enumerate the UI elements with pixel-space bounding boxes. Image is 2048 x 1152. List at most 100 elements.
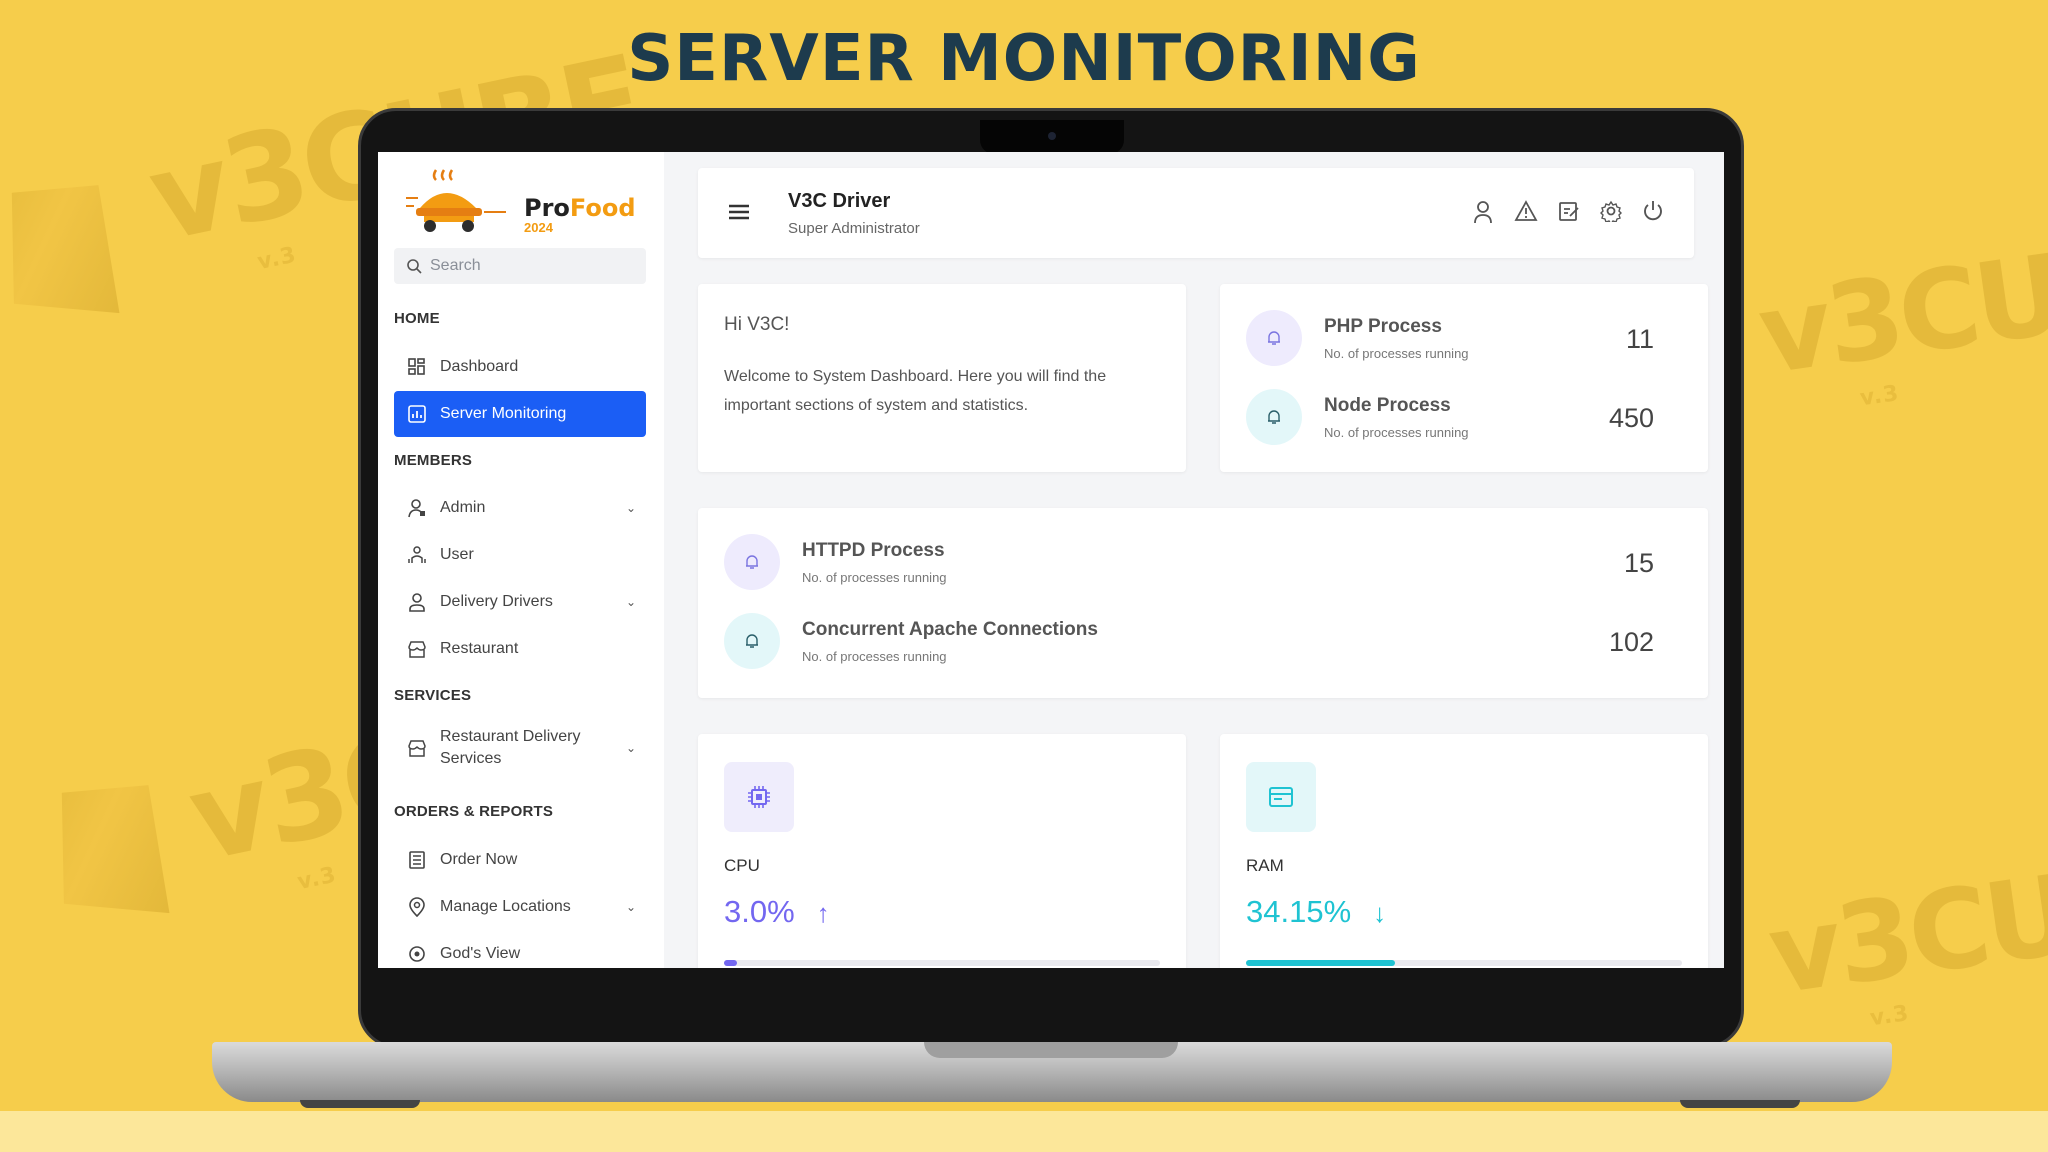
process-name: Node Process bbox=[1324, 395, 1451, 416]
bottom-band bbox=[0, 1111, 2048, 1152]
logo-year: 2024 bbox=[524, 220, 553, 235]
bell-icon bbox=[1246, 389, 1302, 445]
bell-icon bbox=[724, 534, 780, 590]
sidebar-item-dashboard[interactable]: Dashboard bbox=[394, 344, 646, 390]
laptop-foot bbox=[1680, 1100, 1800, 1108]
metric-label: CPU bbox=[724, 856, 760, 875]
sidebar-item-server-monitoring[interactable]: Server Monitoring bbox=[394, 391, 646, 437]
process-row-httpd: HTTPD Process No. of processes running 1… bbox=[724, 534, 1724, 596]
metric-label: RAM bbox=[1246, 856, 1284, 875]
greeting: Hi V3C! bbox=[724, 314, 790, 335]
sidebar-item-gods-view[interactable]: God's View bbox=[394, 931, 646, 968]
user-role: Super Administrator bbox=[788, 220, 920, 237]
edit-icon[interactable] bbox=[1558, 200, 1580, 222]
cpu-usage-fill bbox=[724, 960, 738, 966]
sidebar: ProFood 2024 Search HOME Dashboard Serve… bbox=[378, 152, 664, 968]
top-header: V3C Driver Super Administrator bbox=[698, 168, 1694, 258]
process-row-apache: Concurrent Apache Connections No. of pro… bbox=[724, 613, 1724, 675]
location-icon bbox=[406, 896, 428, 918]
sidebar-item-label: Admin bbox=[440, 499, 486, 516]
process-row-php: PHP Process No. of processes running 11 bbox=[1246, 310, 1724, 372]
hamburger-menu-icon[interactable] bbox=[728, 204, 750, 220]
search-icon bbox=[407, 259, 422, 274]
process-count: 450 bbox=[1608, 403, 1654, 433]
process-card-php-node: PHP Process No. of processes running 11 … bbox=[1220, 284, 1708, 472]
process-count: 102 bbox=[1608, 627, 1654, 657]
section-members: MEMBERS bbox=[394, 452, 473, 469]
search-placeholder: Search bbox=[430, 257, 481, 274]
ram-card: RAM 34.15% ↓ bbox=[1220, 734, 1708, 968]
search-input[interactable]: Search bbox=[394, 248, 646, 284]
sidebar-item-order-now[interactable]: Order Now bbox=[394, 837, 646, 883]
process-subtitle: No. of processes running bbox=[802, 570, 947, 585]
process-row-node: Node Process No. of processes running 45… bbox=[1246, 389, 1724, 451]
sidebar-item-label: Restaurant Delivery Services bbox=[440, 728, 581, 767]
sidebar-item-label: User bbox=[440, 546, 474, 563]
section-home: HOME bbox=[394, 310, 440, 327]
cpu-chip-icon bbox=[724, 762, 794, 832]
page-title: SERVER MONITORING bbox=[627, 22, 1421, 96]
bell-icon bbox=[1246, 310, 1302, 366]
bell-icon bbox=[724, 613, 780, 669]
user-icon[interactable] bbox=[1472, 200, 1494, 224]
settings-icon[interactable] bbox=[1600, 200, 1622, 222]
list-icon bbox=[406, 849, 428, 871]
chevron-down-icon[interactable]: ⌄ bbox=[626, 737, 636, 759]
ram-usage-fill bbox=[1246, 960, 1395, 966]
warning-icon[interactable] bbox=[1514, 200, 1538, 222]
section-services: SERVICES bbox=[394, 687, 472, 704]
chevron-down-icon[interactable]: ⌄ bbox=[626, 501, 636, 515]
logo[interactable]: ProFood 2024 bbox=[406, 168, 636, 235]
laptop-slot bbox=[924, 1042, 1178, 1058]
metric-value: 34.15% bbox=[1246, 894, 1352, 929]
metric-value-row: 3.0% ↑ bbox=[724, 894, 830, 930]
chevron-down-icon[interactable]: ⌄ bbox=[626, 595, 636, 609]
sidebar-item-manage-locations[interactable]: Manage Locations ⌄ bbox=[394, 884, 646, 930]
metric-value: 3.0% bbox=[724, 894, 795, 929]
process-name: PHP Process bbox=[1324, 316, 1442, 337]
sidebar-item-label: Delivery Drivers bbox=[440, 593, 553, 610]
user-name: V3C Driver bbox=[788, 190, 891, 212]
process-count: 15 bbox=[1623, 548, 1654, 578]
sidebar-item-restaurant[interactable]: Restaurant bbox=[394, 626, 646, 672]
sidebar-item-restaurant-delivery-services[interactable]: Restaurant Delivery Services ⌄ bbox=[394, 720, 646, 776]
ram-window-icon bbox=[1246, 762, 1316, 832]
process-card-httpd-apache: HTTPD Process No. of processes running 1… bbox=[698, 508, 1708, 698]
logo-name: ProFood bbox=[524, 194, 636, 222]
sidebar-item-label: God's View bbox=[440, 945, 521, 962]
eye-icon bbox=[406, 943, 428, 965]
sidebar-item-delivery-drivers[interactable]: Delivery Drivers ⌄ bbox=[394, 579, 646, 625]
ram-usage-bar bbox=[1246, 960, 1682, 966]
welcome-card: Hi V3C! Welcome to System Dashboard. Her… bbox=[698, 284, 1186, 472]
camera-icon bbox=[1048, 132, 1056, 140]
process-subtitle: No. of processes running bbox=[802, 649, 947, 664]
welcome-message: Welcome to System Dashboard. Here you wi… bbox=[724, 368, 1107, 414]
cpu-card: CPU 3.0% ↑ bbox=[698, 734, 1186, 968]
watermark-cube bbox=[28, 764, 192, 946]
chart-icon bbox=[406, 403, 428, 425]
store-icon bbox=[406, 737, 428, 759]
power-icon[interactable] bbox=[1642, 200, 1664, 222]
watermark-cube bbox=[0, 164, 142, 346]
sidebar-item-label: Manage Locations bbox=[440, 898, 571, 915]
sidebar-item-admin[interactable]: Admin ⌄ bbox=[394, 485, 646, 531]
laptop-foot bbox=[300, 1100, 420, 1108]
app-screen: ProFood 2024 Search HOME Dashboard Serve… bbox=[378, 152, 1724, 968]
chevron-down-icon[interactable]: ⌄ bbox=[626, 900, 636, 914]
sidebar-item-label: Server Monitoring bbox=[440, 405, 567, 422]
process-name: Concurrent Apache Connections bbox=[802, 619, 1098, 640]
food-delivery-logo-icon bbox=[406, 169, 506, 232]
admin-icon bbox=[406, 497, 428, 519]
sidebar-item-user[interactable]: User bbox=[394, 532, 646, 578]
driver-icon bbox=[406, 591, 428, 613]
dashboard-icon bbox=[406, 356, 428, 378]
metric-value-row: 34.15% ↓ bbox=[1246, 894, 1386, 930]
sidebar-item-label: Order Now bbox=[440, 851, 518, 868]
section-orders-reports: ORDERS & REPORTS bbox=[394, 803, 554, 820]
arrow-up-icon: ↑ bbox=[816, 898, 830, 928]
process-subtitle: No. of processes running bbox=[1324, 425, 1469, 440]
process-name: HTTPD Process bbox=[802, 540, 945, 561]
arrow-down-icon: ↓ bbox=[1373, 898, 1387, 928]
sidebar-item-label: Restaurant bbox=[440, 640, 519, 657]
cpu-usage-bar bbox=[724, 960, 1160, 966]
